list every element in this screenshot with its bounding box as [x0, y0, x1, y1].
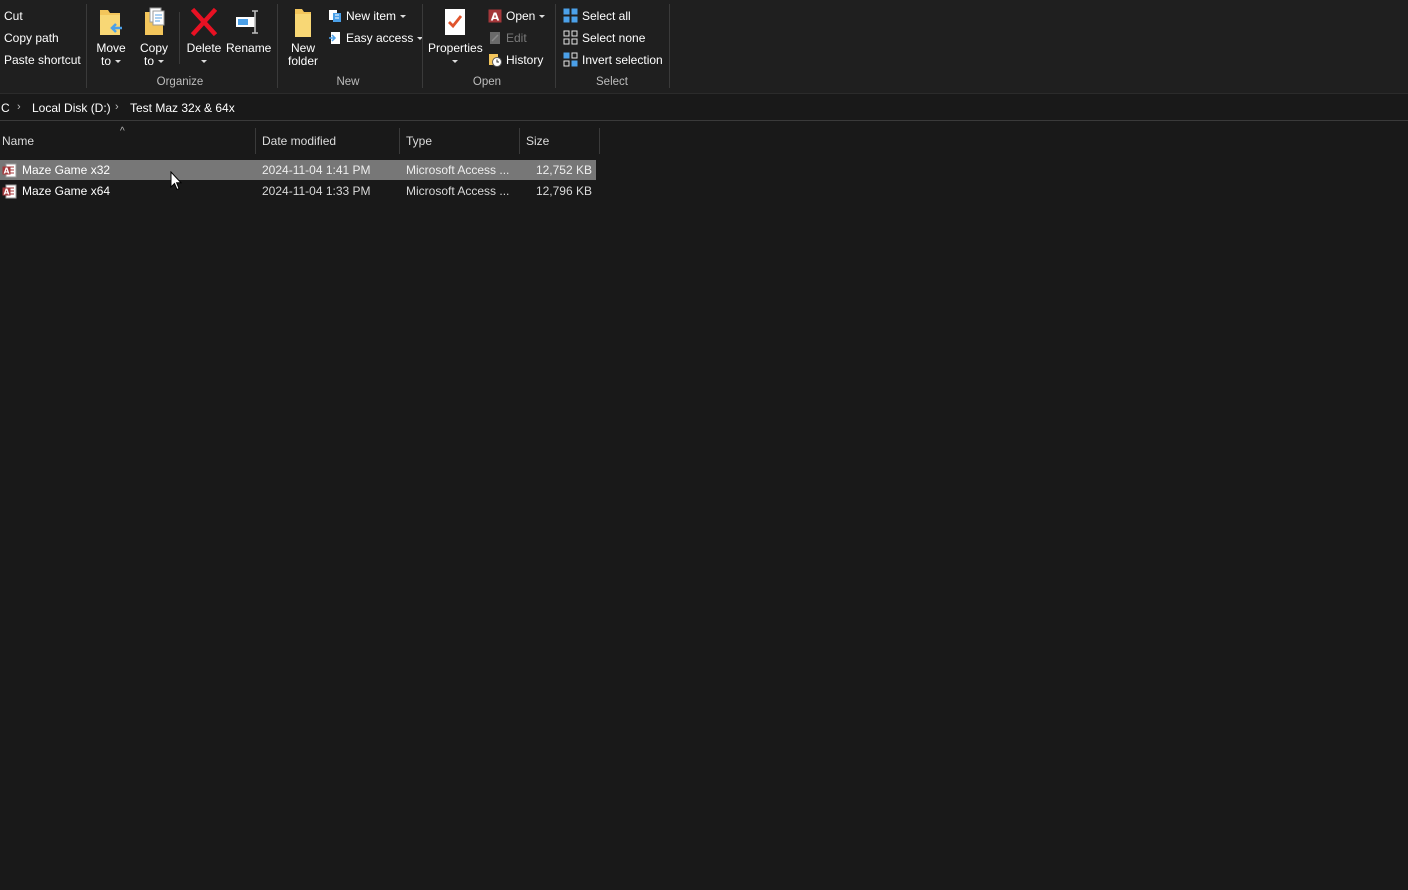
- copy-to-label-1: Copy: [139, 41, 168, 55]
- move-to-button[interactable]: Move to: [94, 6, 128, 68]
- invert-selection-label: Invert selection: [582, 53, 663, 67]
- select-none-label: Select none: [582, 31, 646, 45]
- properties-icon: [445, 9, 465, 35]
- access-file-icon: A: [2, 184, 17, 199]
- group-separator: [422, 4, 423, 88]
- delete-label: Delete: [186, 41, 222, 55]
- new-folder-button[interactable]: New folder: [284, 6, 322, 68]
- organize-group-label: Organize: [156, 76, 204, 88]
- new-item-icon: [329, 9, 341, 22]
- chevron-right-icon[interactable]: ›: [17, 101, 21, 113]
- column-divider[interactable]: [519, 128, 520, 154]
- file-date-modified: 2024-11-04 1:33 PM: [262, 184, 371, 198]
- new-folder-label-2: folder: [287, 54, 319, 68]
- file-type: Microsoft Access ...: [406, 163, 510, 177]
- group-separator: [277, 4, 278, 88]
- group-separator: [669, 4, 670, 88]
- chevron-down-icon: [115, 60, 121, 64]
- delete-icon: [191, 7, 217, 37]
- cut-label: Cut: [4, 9, 23, 23]
- new-item-label: New item: [346, 9, 397, 23]
- copy-to-label-2: to: [143, 54, 154, 68]
- move-to-label-1: Move: [96, 41, 126, 55]
- breadcrumb: C › Local Disk (D:) › Test Maz 32x & 64x: [0, 98, 1408, 121]
- delete-button[interactable]: Delete: [185, 6, 223, 64]
- mouse-cursor-icon: [170, 171, 182, 191]
- column-header-type[interactable]: Type: [406, 128, 516, 154]
- new-item-button[interactable]: New item: [328, 7, 407, 25]
- select-group-label: Select: [596, 76, 628, 88]
- breadcrumb-item-local-disk[interactable]: Local Disk (D:): [32, 101, 111, 115]
- column-header-name[interactable]: Name: [2, 128, 252, 154]
- paste-shortcut-button[interactable]: Paste shortcut: [4, 51, 81, 69]
- paste-shortcut-label: Paste shortcut: [4, 53, 81, 67]
- svg-text:A: A: [4, 166, 10, 175]
- breadcrumb-item-current-folder[interactable]: Test Maz 32x & 64x: [130, 101, 235, 115]
- select-all-button[interactable]: Select all: [563, 7, 631, 25]
- rename-label: Rename: [226, 41, 272, 55]
- new-group-label: New: [336, 76, 360, 88]
- svg-text:A: A: [4, 187, 10, 196]
- svg-text:A: A: [491, 10, 500, 23]
- easy-access-button[interactable]: Easy access: [328, 29, 424, 47]
- copy-to-icon: [145, 7, 165, 35]
- rename-icon: [236, 10, 258, 34]
- copy-path-button[interactable]: Copy path: [4, 29, 59, 47]
- file-size: 12,752 KB: [535, 163, 592, 177]
- rename-button[interactable]: Rename: [226, 6, 272, 55]
- chevron-down-icon: [201, 60, 207, 64]
- open-label: Open: [506, 9, 536, 23]
- chevron-down-icon: [452, 60, 458, 64]
- cut-button[interactable]: Cut: [4, 7, 23, 25]
- group-separator: [555, 4, 556, 88]
- properties-button[interactable]: Properties: [428, 6, 483, 64]
- breadcrumb-item-c[interactable]: C: [1, 101, 10, 115]
- move-to-label-2: to: [100, 54, 111, 68]
- file-row-maze-game-x64[interactable]: A Maze Game x64 2024-11-04 1:33 PM Micro…: [0, 181, 596, 201]
- new-folder-label-1: New: [290, 41, 315, 55]
- access-file-icon: A: [2, 163, 17, 178]
- group-separator: [86, 4, 87, 88]
- easy-access-icon: [329, 31, 340, 44]
- column-header-date-modified[interactable]: Date modified: [262, 128, 397, 154]
- file-date-modified: 2024-11-04 1:41 PM: [262, 163, 371, 177]
- chevron-down-icon: [539, 15, 546, 19]
- history-button[interactable]: History: [488, 51, 543, 69]
- edit-label: Edit: [506, 31, 527, 45]
- ribbon: Cut Copy path Paste shortcut Move to Cop…: [0, 0, 1408, 94]
- select-none-button[interactable]: Select none: [563, 29, 645, 47]
- column-divider[interactable]: [255, 128, 256, 154]
- edit-button[interactable]: Edit: [488, 29, 527, 47]
- file-row-maze-game-x32[interactable]: A Maze Game x32 2024-11-04 1:41 PM Micro…: [0, 160, 596, 180]
- new-folder-icon: [295, 9, 311, 37]
- select-all-label: Select all: [582, 9, 631, 23]
- open-group-label: Open: [472, 76, 502, 88]
- invert-selection-button[interactable]: Invert selection: [563, 51, 663, 69]
- easy-access-label: Easy access: [346, 31, 414, 45]
- chevron-down-icon: [400, 15, 407, 19]
- divider: [179, 12, 180, 64]
- column-headers: ^ Name Date modified Type Size: [0, 126, 600, 154]
- history-label: History: [506, 53, 544, 67]
- edit-icon: [490, 31, 500, 44]
- file-type: Microsoft Access ...: [406, 184, 510, 198]
- move-to-icon: [100, 10, 122, 35]
- open-button[interactable]: A Open: [488, 7, 546, 25]
- select-none-icon: [563, 30, 578, 45]
- file-size: 12,796 KB: [535, 184, 592, 198]
- invert-selection-icon: [563, 52, 578, 67]
- select-all-icon: [563, 8, 578, 23]
- chevron-down-icon: [158, 60, 164, 64]
- column-divider[interactable]: [599, 128, 600, 154]
- copy-path-label: Copy path: [4, 31, 59, 45]
- file-name: Maze Game x64: [22, 184, 111, 198]
- properties-label: Properties: [428, 41, 483, 55]
- chevron-right-icon[interactable]: ›: [115, 101, 119, 113]
- column-header-size[interactable]: Size: [526, 128, 596, 154]
- copy-to-button[interactable]: Copy to: [138, 6, 170, 68]
- history-icon: [489, 53, 502, 67]
- access-app-icon: A: [488, 9, 502, 23]
- column-divider[interactable]: [399, 128, 400, 154]
- file-name: Maze Game x32: [22, 163, 111, 177]
